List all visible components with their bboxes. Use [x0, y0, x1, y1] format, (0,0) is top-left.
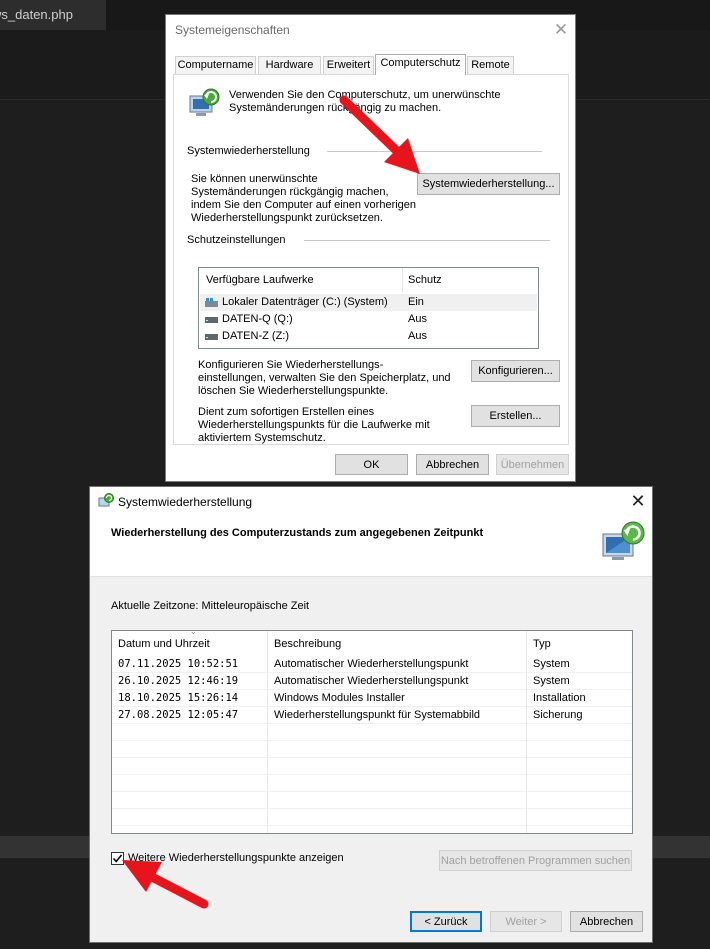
next-button[interactable]: Weiter >	[490, 911, 562, 932]
drive-row[interactable]: Lokaler Datenträger (C:) (System) Ein	[200, 294, 537, 311]
dialog-title: Systemeigenschaften	[175, 23, 290, 37]
show-more-label[interactable]: Weitere Wiederherstellungspunkte anzeige…	[128, 852, 344, 864]
show-more-checkbox[interactable]	[111, 852, 124, 865]
create-button[interactable]: Erstellen...	[471, 405, 560, 427]
configure-text-2: einstellungen, verwalten Sie den Speiche…	[198, 372, 451, 384]
system-protection-icon	[189, 88, 220, 116]
intro-text-2: Systemänderungen rückgängig zu machen.	[229, 102, 442, 114]
create-text-3: aktiviertem Systemschutz.	[198, 432, 326, 444]
restore-point-date: 18.10.2025 15:26:14	[118, 692, 239, 704]
configure-text-1: Konfigurieren Sie Wiederherstellungs-	[198, 359, 384, 371]
restore-point-date: 07.11.2025 10:52:51	[118, 658, 239, 670]
protection-section-heading: Schutzeinstellungen	[187, 234, 286, 246]
restore-point-description: Wiederherstellungspunkt für Systemabbild	[274, 709, 481, 721]
dialog-heading: Wiederherstellung des Computerzustands z…	[111, 527, 484, 539]
restore-text-2: Systemänderungen rückgängig machen,	[191, 186, 389, 198]
dialog-header: Systemwiederherstellung ✕ Wiederherstell…	[90, 487, 652, 577]
configure-text-3: löschen Sie Wiederherstellungspunkte.	[198, 385, 389, 397]
tab-erweitert[interactable]: Erweitert	[323, 56, 374, 74]
restore-point-description: Automatischer Wiederherstellungspunkt	[274, 658, 469, 670]
restore-point-date: 27.08.2025 12:05:47	[118, 709, 239, 721]
checkmark-icon	[112, 854, 123, 863]
column-header-date[interactable]: ⌄ Datum und Uhrzeit	[118, 631, 210, 656]
system-restore-dialog: Systemwiederherstellung ✕ Wiederherstell…	[89, 486, 653, 943]
system-properties-dialog: Systemeigenschaften ✕ Computername Hardw…	[165, 14, 576, 482]
empty-row	[112, 809, 632, 826]
tab-remote[interactable]: Remote	[467, 56, 514, 74]
close-icon[interactable]: ✕	[623, 490, 653, 514]
table-row[interactable]: 26.10.2025 12:46:19 Automatischer Wieder…	[112, 673, 632, 690]
drive-protection: Aus	[408, 313, 427, 325]
intro-text-1: Verwenden Sie den Computerschutz, um une…	[229, 89, 501, 101]
close-icon[interactable]: ✕	[546, 19, 576, 43]
section-divider	[304, 240, 550, 241]
system-restore-button[interactable]: Systemwiederherstellung...	[417, 173, 560, 195]
list-header: ⌄ Datum und Uhrzeit Beschreibung Typ	[112, 631, 632, 656]
restore-point-date: 26.10.2025 12:46:19	[118, 675, 239, 687]
drive-name: DATEN-Q (Q:)	[222, 313, 293, 325]
section-divider	[327, 151, 542, 152]
restore-monitor-icon	[602, 521, 645, 560]
computer-protection-panel: Verwenden Sie den Computerschutz, um une…	[173, 74, 569, 445]
restore-section-heading: Systemwiederherstellung	[187, 145, 310, 157]
back-button[interactable]: < Zurück	[410, 911, 482, 932]
system-restore-icon	[98, 493, 114, 507]
tab-hardware[interactable]: Hardware	[258, 56, 321, 74]
restore-point-type: Installation	[533, 692, 586, 704]
ok-button[interactable]: OK	[335, 454, 408, 475]
table-row[interactable]: 18.10.2025 15:26:14 Windows Modules Inst…	[112, 690, 632, 707]
editor-tab-label: ws_daten.php	[0, 7, 73, 22]
restore-point-type: Sicherung	[533, 709, 583, 721]
hard-drive-icon	[205, 317, 218, 323]
empty-row	[112, 775, 632, 792]
column-header-protection[interactable]: Schutz	[408, 268, 442, 292]
drives-list: Verfügbare Laufwerke Schutz Lokaler Date…	[198, 267, 539, 349]
restore-text-4: Wiederherstellungspunkt zurücksetzen.	[191, 212, 383, 224]
editor-tab[interactable]: ws_daten.php	[0, 0, 106, 30]
empty-row	[112, 724, 632, 741]
apply-button[interactable]: Übernehmen	[496, 454, 569, 475]
table-row[interactable]: 27.08.2025 12:05:47 Wiederherstellungspu…	[112, 707, 632, 724]
column-header-type[interactable]: Typ	[533, 631, 551, 656]
table-row[interactable]: 07.11.2025 10:52:51 Automatischer Wieder…	[112, 656, 632, 673]
column-header-date-label: Datum und Uhrzeit	[118, 638, 210, 650]
create-text-2: Wiederherstellungspunkts für die Laufwer…	[198, 419, 430, 431]
restore-text-1: Sie können unerwünschte	[191, 173, 318, 185]
drive-name: Lokaler Datenträger (C:) (System)	[222, 296, 388, 308]
drive-row[interactable]: DATEN-Q (Q:) Aus	[200, 311, 537, 328]
drive-row[interactable]: DATEN-Z (Z:) Aus	[200, 328, 537, 345]
hard-drive-icon	[205, 334, 218, 340]
cancel-button[interactable]: Abbrechen	[570, 911, 643, 932]
restore-point-type: System	[533, 675, 570, 687]
empty-row	[112, 792, 632, 809]
column-header-drives[interactable]: Verfügbare Laufwerke	[206, 268, 314, 292]
tab-computerschutz[interactable]: Computerschutz	[375, 54, 466, 75]
sort-arrow-icon: ⌄	[190, 630, 197, 636]
configure-button[interactable]: Konfigurieren...	[471, 360, 560, 382]
timezone-label: Aktuelle Zeitzone: Mitteleuropäische Zei…	[111, 600, 310, 612]
column-header-description[interactable]: Beschreibung	[274, 631, 341, 656]
empty-row	[112, 758, 632, 775]
drive-protection: Aus	[408, 330, 427, 342]
column-separator	[402, 268, 403, 292]
empty-row	[112, 741, 632, 758]
create-text-1: Dient zum sofortigen Erstellen eines	[198, 406, 375, 418]
scan-affected-programs-button[interactable]: Nach betroffenen Programmen suchen	[439, 850, 632, 871]
cancel-button[interactable]: Abbrechen	[416, 454, 489, 475]
restore-point-type: System	[533, 658, 570, 670]
tab-computername[interactable]: Computername	[175, 56, 256, 74]
restore-points-list: ⌄ Datum und Uhrzeit Beschreibung Typ 07.…	[111, 630, 633, 834]
drive-protection: Ein	[408, 296, 424, 308]
restore-point-description: Automatischer Wiederherstellungspunkt	[274, 675, 469, 687]
restore-point-description: Windows Modules Installer	[274, 692, 405, 704]
system-drive-icon	[205, 298, 218, 307]
dialog-title: Systemwiederherstellung	[118, 495, 253, 509]
restore-text-3: indem Sie den Computer auf einen vorheri…	[191, 199, 417, 211]
drive-name: DATEN-Z (Z:)	[222, 330, 290, 342]
